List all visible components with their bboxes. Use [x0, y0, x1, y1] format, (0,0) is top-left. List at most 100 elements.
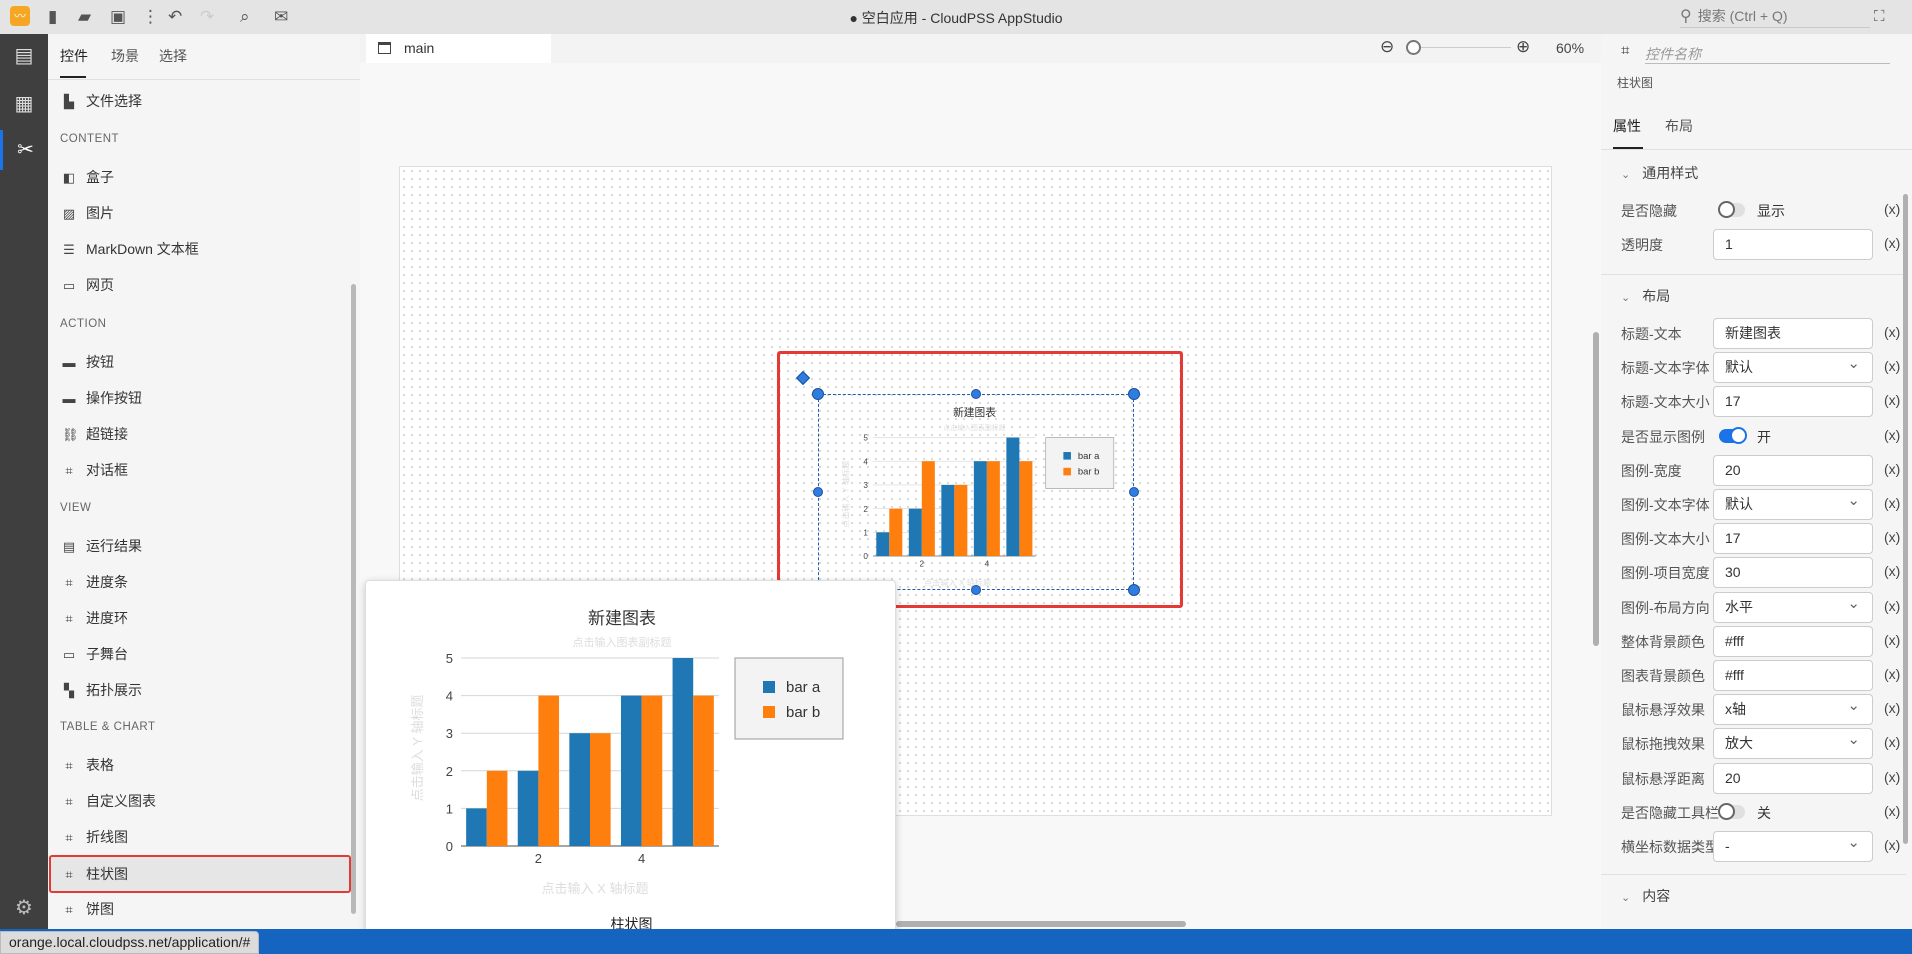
widget-item[interactable]: ▬ 操作按钮	[50, 380, 350, 416]
resize-handle[interactable]	[1128, 388, 1140, 400]
widget-item[interactable]: ⌗ 进度条	[50, 564, 350, 600]
scrollbar[interactable]	[1903, 194, 1908, 844]
expression-toggle[interactable]: (x)	[1884, 803, 1900, 819]
fullscreen-icon[interactable]: ⛶	[1874, 6, 1885, 28]
widget-item[interactable]: ⌗ 进度环	[50, 600, 350, 636]
y-tick-label: 4	[863, 457, 868, 466]
widget-item[interactable]: ▙ 文件选择	[50, 83, 350, 119]
widget-item[interactable]: ⌗ 自定义图表	[50, 783, 350, 819]
expression-toggle[interactable]: (x)	[1884, 461, 1900, 477]
scrollbar[interactable]	[351, 284, 356, 914]
bar-bar-b	[986, 461, 1000, 557]
widget-icon: ⌗	[65, 794, 73, 809]
expression-toggle[interactable]: (x)	[1884, 837, 1900, 853]
widget-item[interactable]: ◧ 盒子	[50, 159, 350, 195]
expression-toggle[interactable]: (x)	[1884, 427, 1900, 443]
resize-handle[interactable]	[812, 388, 824, 400]
expression-toggle[interactable]: (x)	[1884, 495, 1900, 511]
widget-name-input[interactable]: 控件名称	[1645, 44, 1890, 64]
tab-scenes[interactable]: 场景	[111, 46, 139, 66]
resize-handle[interactable]	[813, 487, 823, 497]
property-select[interactable]: -	[1713, 828, 1873, 862]
status-bar	[0, 929, 1912, 954]
section-toggle[interactable]: ⌄ 布局	[1621, 286, 1670, 306]
legend-swatch	[1063, 452, 1071, 460]
property-input[interactable]: #fff	[1713, 625, 1873, 657]
expression-toggle[interactable]: (x)	[1884, 598, 1900, 614]
property-select[interactable]: x轴	[1713, 691, 1873, 726]
widget-item[interactable]: ▬ 按钮	[50, 344, 350, 380]
expression-toggle[interactable]: (x)	[1884, 235, 1900, 251]
vertical-scrollbar[interactable]	[1593, 332, 1599, 646]
tab-main[interactable]: main	[366, 34, 551, 63]
property-select[interactable]: 默认	[1713, 349, 1873, 384]
active-tab-indicator	[60, 76, 86, 78]
expression-toggle[interactable]: (x)	[1884, 563, 1900, 579]
property-toggle[interactable]	[1718, 201, 1745, 218]
zoom-in-icon[interactable]: ⊕	[1516, 37, 1530, 57]
widget-item[interactable]: ▚ 拓扑展示	[50, 672, 350, 708]
expression-toggle[interactable]: (x)	[1884, 358, 1900, 374]
section-title: 通用样式	[1642, 165, 1699, 181]
widget-item[interactable]: ⌗ 对话框	[50, 452, 350, 488]
widget-item[interactable]: ⌗ 表格	[50, 747, 350, 783]
section-toggle[interactable]: ⌄ 内容	[1621, 886, 1670, 906]
widget-item-label: 文件选择	[86, 93, 142, 109]
gear-icon[interactable]: ⚙	[0, 888, 48, 928]
property-label: 透明度	[1621, 237, 1663, 253]
property-input[interactable]: 17	[1713, 386, 1873, 418]
property-input[interactable]: 1	[1713, 229, 1873, 260]
tab-properties[interactable]: 属性	[1613, 116, 1641, 136]
zoom-slider-handle[interactable]	[1406, 40, 1421, 55]
tools-icon[interactable]: ✂	[0, 130, 48, 170]
expression-toggle[interactable]: (x)	[1884, 700, 1900, 716]
widget-item[interactable]: ⛓ 超链接	[50, 416, 350, 452]
canvas-bar-chart[interactable]: 0 1 2 3 4 5 2 4 新建图表点击输入图表副标题点击输入 X 轴标题 点击输入 Y 轴标…	[813, 389, 1148, 597]
widget-item[interactable]: ▨ 图片	[50, 195, 350, 231]
property-toggle[interactable]	[1718, 802, 1745, 820]
section-toggle[interactable]: ⌄ 通用样式	[1621, 163, 1698, 183]
search-input[interactable]: ⚲ 搜索 (Ctrl + Q)	[1680, 6, 1870, 28]
section-header: CONTENT	[60, 133, 120, 145]
widget-item[interactable]: ▭ 子舞台	[50, 636, 350, 672]
widget-item[interactable]: ▤ 运行结果	[50, 528, 350, 564]
widget-item[interactable]: ▭ 网页	[50, 267, 350, 303]
property-toggle[interactable]	[1719, 426, 1747, 444]
property-select[interactable]: 默认	[1713, 486, 1873, 520]
expression-toggle[interactable]: (x)	[1884, 666, 1900, 682]
resize-handle[interactable]	[1129, 487, 1139, 497]
layout-icon[interactable]: ▤	[0, 36, 48, 76]
tab-bar: main ⊖ ⊕ 60%	[360, 34, 1601, 63]
property-input[interactable]: 30	[1713, 557, 1873, 589]
expression-toggle[interactable]: (x)	[1884, 769, 1900, 785]
expression-toggle[interactable]: (x)	[1884, 734, 1900, 750]
property-input[interactable]: 20	[1713, 454, 1873, 486]
widget-item[interactable]: ⌗ 折线图	[50, 819, 350, 855]
media-icon[interactable]: ▦	[0, 84, 48, 124]
property-select[interactable]: 水平	[1713, 589, 1873, 623]
zoom-out-icon[interactable]: ⊖	[1380, 37, 1394, 57]
widget-item[interactable]: ⌗ 柱状图	[49, 855, 351, 893]
resize-handle[interactable]	[971, 585, 981, 595]
bar-bar-a	[941, 484, 955, 557]
expression-toggle[interactable]: (x)	[1884, 201, 1900, 217]
property-input[interactable]: #fff	[1713, 660, 1873, 691]
property-input[interactable]: 17	[1713, 523, 1873, 555]
property-select[interactable]: 放大	[1713, 725, 1873, 760]
expression-toggle[interactable]: (x)	[1884, 529, 1900, 545]
tab-select[interactable]: 选择	[159, 46, 187, 66]
horizontal-scrollbar[interactable]	[896, 921, 1186, 927]
expression-toggle[interactable]: (x)	[1884, 632, 1900, 648]
stage-icon: ▭	[62, 647, 76, 662]
widget-item[interactable]: ☰ MarkDown 文本框	[50, 231, 350, 267]
expression-toggle[interactable]: (x)	[1884, 392, 1900, 408]
tab-layout[interactable]: 布局	[1665, 116, 1693, 136]
property-input[interactable]: 20	[1713, 762, 1873, 794]
property-input[interactable]: 新建图表	[1713, 318, 1873, 349]
resize-handle[interactable]	[971, 389, 981, 399]
expression-toggle[interactable]: (x)	[1884, 324, 1900, 340]
zoom-slider-track[interactable]	[1421, 47, 1511, 48]
tab-widgets[interactable]: 控件	[60, 46, 88, 66]
resize-handle[interactable]	[1128, 584, 1140, 596]
widget-item[interactable]: ⌗ 饼图	[50, 891, 350, 927]
